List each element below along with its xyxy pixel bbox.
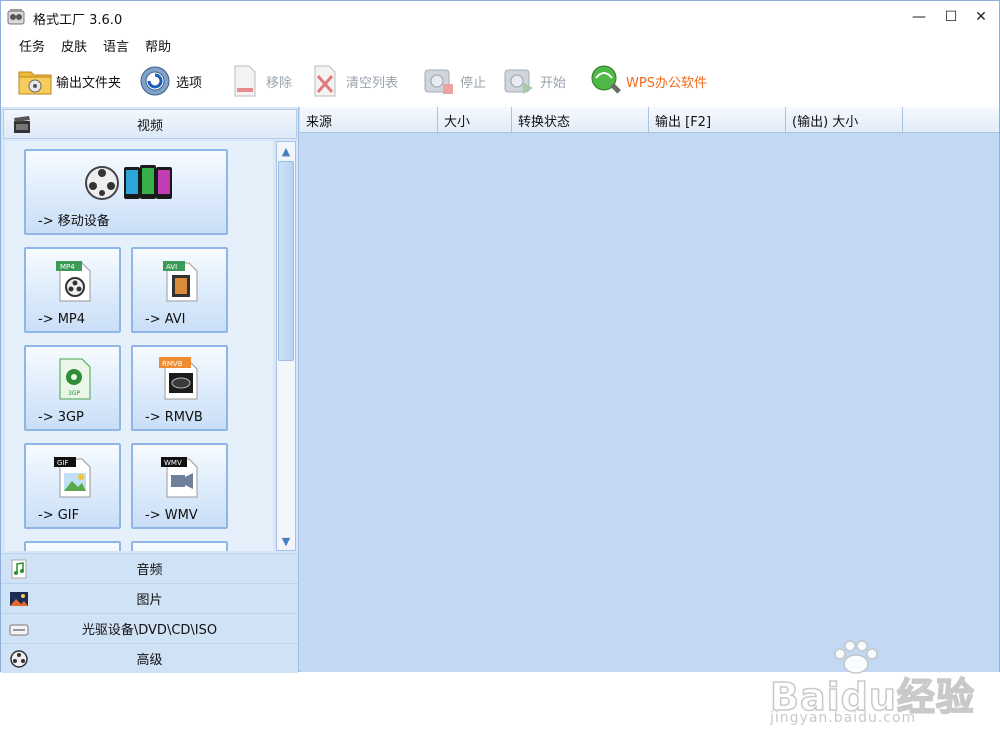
audio-category-header[interactable]: 音频 [1, 553, 298, 583]
watermark-url: jingyan.baidu.com [770, 710, 917, 726]
tile-gif[interactable]: GIF -> GIF [24, 443, 121, 529]
maximize-button[interactable]: ☐ [937, 5, 965, 29]
video-category-label: 视频 [136, 118, 163, 134]
clear-list-label: 清空列表 [346, 75, 399, 91]
svg-text:WMV: WMV [164, 459, 182, 467]
menu-skin[interactable]: 皮肤 [61, 36, 87, 55]
wmv-file-icon: WMV [161, 457, 198, 498]
column-size[interactable]: 大小 [438, 107, 512, 133]
film-clapper-icon [14, 116, 30, 133]
start-icon [504, 69, 533, 94]
minimize-button[interactable]: — [905, 5, 933, 29]
options-label: 选项 [176, 75, 203, 91]
start-button[interactable]: 开始 [501, 63, 566, 99]
optical-drive-icon [9, 624, 29, 636]
folder-icon [18, 71, 52, 95]
baidu-watermark: Baidu经验 jingyan.baidu.com [760, 640, 980, 730]
tile-3gp-label: -> 3GP [38, 410, 84, 425]
output-folder-label: 输出文件夹 [56, 75, 122, 91]
window-title: 格式工厂 3.6.0 [33, 13, 123, 28]
toolbar: 输出文件夹 选项 移除 清空列表 停止 开始 WPS办公软件 [1, 55, 999, 107]
tile-wmv[interactable]: WMV -> WMV [131, 443, 228, 529]
gear-icon [140, 66, 170, 96]
stop-icon [424, 69, 453, 94]
tile-partial-2[interactable] [131, 541, 228, 551]
start-label: 开始 [540, 75, 567, 91]
tile-avi[interactable]: AVI -> AVI [131, 247, 228, 333]
picture-icon [10, 592, 28, 606]
tile-rmvb-label: -> RMVB [145, 410, 203, 425]
category-sidebar: 视频 -> 移动设备 MP4 -> MP4 AVI -> AVI 3GP -> … [1, 107, 299, 673]
tile-rmvb[interactable]: RMVB -> RMVB [131, 345, 228, 431]
picture-category-label: 图片 [136, 593, 163, 608]
close-button[interactable]: ✕ [967, 5, 995, 29]
svg-text:RMVB: RMVB [162, 360, 183, 368]
video-category-header[interactable]: 视频 [3, 109, 297, 139]
tile-avi-label: -> AVI [145, 312, 186, 327]
mp4-file-icon: MP4 [56, 261, 91, 302]
menu-bar: 任务 皮肤 语言 帮助 [1, 33, 999, 55]
tile-wmv-label: -> WMV [145, 508, 198, 523]
svg-text:3GP: 3GP [68, 390, 80, 397]
audio-category-label: 音频 [136, 563, 163, 578]
remove-button[interactable]: 移除 [227, 63, 292, 99]
svg-text:AVI: AVI [166, 263, 177, 271]
rmvb-file-icon: RMVB [159, 357, 198, 400]
task-list-body[interactable] [300, 133, 999, 672]
format-factory-icon [7, 9, 25, 25]
task-list-header: 来源 大小 转换状态 输出 [F2] (输出) 大小 [300, 107, 999, 133]
tile-partial-1[interactable] [24, 541, 121, 551]
tile-mp4-label: -> MP4 [38, 312, 86, 327]
clear-list-button[interactable]: 清空列表 [307, 63, 398, 99]
grid-scrollbar[interactable]: ▲ ▼ [276, 141, 296, 551]
music-note-icon [11, 559, 27, 579]
tile-gif-label: -> GIF [38, 508, 80, 523]
wps-magnifier-icon [591, 65, 621, 94]
wps-office-button[interactable]: WPS办公软件 [587, 63, 707, 99]
video-format-grid: -> 移动设备 MP4 -> MP4 AVI -> AVI 3GP -> 3GP… [5, 141, 273, 551]
rom-device-category-header[interactable]: 光驱设备\DVD\CD\ISO [1, 613, 298, 643]
tile-mp4[interactable]: MP4 -> MP4 [24, 247, 121, 333]
menu-task[interactable]: 任务 [19, 36, 45, 55]
clear-list-icon [314, 65, 336, 97]
avi-file-icon: AVI [163, 261, 198, 302]
scroll-thumb[interactable] [278, 161, 294, 361]
output-folder-button[interactable]: 输出文件夹 [17, 63, 121, 99]
advanced-category-label: 高级 [136, 653, 163, 668]
film-reel-icon [10, 650, 28, 668]
scroll-up-arrow-icon[interactable]: ▲ [278, 143, 294, 159]
title-bar: 格式工厂 3.6.0 — ☐ ✕ [1, 1, 999, 33]
picture-category-header[interactable]: 图片 [1, 583, 298, 613]
options-button[interactable]: 选项 [137, 63, 202, 99]
svg-text:GIF: GIF [57, 459, 69, 467]
tile-mobile-device-label: -> 移动设备 [38, 214, 110, 229]
stop-label: 停止 [460, 75, 487, 91]
remove-icon [234, 65, 256, 97]
3gp-file-icon: 3GP [59, 358, 91, 400]
advanced-category-header[interactable]: 高级 [1, 643, 298, 673]
mobile-device-icon [85, 165, 172, 200]
tile-3gp[interactable]: 3GP -> 3GP [24, 345, 121, 431]
menu-language[interactable]: 语言 [103, 36, 129, 55]
gif-file-icon: GIF [54, 457, 91, 498]
task-list-panel: 来源 大小 转换状态 输出 [F2] (输出) 大小 [300, 107, 999, 672]
scroll-down-arrow-icon[interactable]: ▼ [278, 533, 294, 549]
rom-device-category-label: 光驱设备\DVD\CD\ISO [81, 623, 218, 638]
app-window: 格式工厂 3.6.0 — ☐ ✕ 任务 皮肤 语言 帮助 输出文件夹 选项 移除… [0, 0, 1000, 673]
column-output[interactable]: 输出 [F2] [649, 107, 786, 133]
remove-label: 移除 [266, 75, 293, 91]
column-output-size[interactable]: (输出) 大小 [786, 107, 903, 133]
svg-text:MP4: MP4 [60, 263, 75, 271]
stop-button[interactable]: 停止 [421, 63, 486, 99]
wps-office-label: WPS办公软件 [626, 75, 707, 91]
tile-mobile-device[interactable]: -> 移动设备 [24, 149, 228, 235]
column-source[interactable]: 来源 [300, 107, 438, 133]
column-status[interactable]: 转换状态 [512, 107, 649, 133]
menu-help[interactable]: 帮助 [145, 36, 171, 55]
